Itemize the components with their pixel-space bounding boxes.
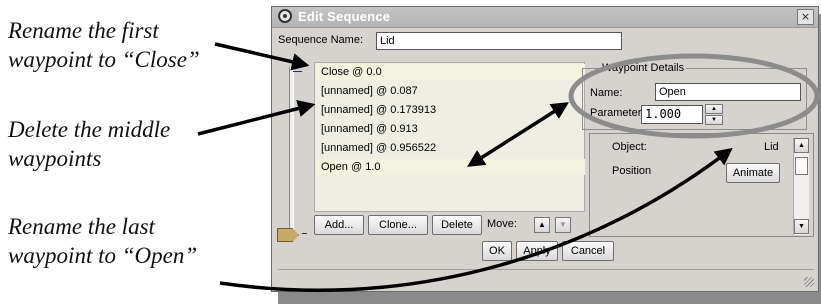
move-up-button[interactable]: ▲	[534, 217, 550, 233]
waypoint-details-title: Waypoint Details	[600, 62, 687, 74]
parameter-label: Parameter:	[590, 107, 645, 119]
annotation-rename-first: Rename the first waypoint to “Close”	[8, 16, 200, 74]
annotation-rename-last: Rename the last waypoint to “Open”	[8, 212, 197, 270]
list-item[interactable]: [unnamed] @ 0.956522	[321, 142, 436, 154]
dialog-title: Edit Sequence	[298, 9, 391, 24]
annotation-line: Delete the middle	[8, 117, 171, 142]
title-bar[interactable]: Edit Sequence ×	[272, 7, 818, 28]
parameter-down-icon[interactable]: ▼	[705, 115, 723, 125]
slider-tick	[293, 71, 302, 72]
list-item[interactable]: Open @ 1.0	[321, 161, 380, 173]
waypoint-name-label: Name:	[590, 87, 623, 99]
waypoint-slider-track[interactable]	[289, 67, 294, 237]
position-label: Position	[612, 165, 652, 177]
sequence-name-label: Sequence Name:	[278, 34, 363, 46]
parameter-input[interactable]: 1.000	[641, 105, 703, 124]
annotation-line: waypoints	[8, 146, 102, 171]
ok-button[interactable]: OK	[482, 241, 512, 261]
sequence-name-input[interactable]: Lid	[376, 32, 622, 50]
move-label: Move:	[487, 218, 517, 230]
annotation-line: Rename the first	[8, 18, 159, 43]
scroll-down-icon[interactable]: ▼	[794, 219, 809, 234]
dialog-footer	[278, 269, 814, 286]
scroll-thumb[interactable]	[795, 157, 808, 175]
delete-button[interactable]: Delete	[432, 215, 482, 235]
list-item[interactable]: [unnamed] @ 0.173913	[321, 104, 436, 116]
move-down-button[interactable]: ▼	[555, 217, 571, 233]
list-item[interactable]: [unnamed] @ 0.913	[321, 123, 418, 135]
cancel-button[interactable]: Cancel	[562, 241, 614, 261]
add-button[interactable]: Add...	[314, 215, 364, 235]
annotation-delete-middle: Delete the middle waypoints	[8, 115, 170, 173]
slider-tick	[302, 233, 307, 234]
waypoint-list[interactable]: Close @ 0.0 [unnamed] @ 0.087 [unnamed] …	[314, 62, 585, 212]
parameter-up-icon[interactable]: ▲	[705, 104, 723, 114]
resize-grip-icon[interactable]	[804, 277, 814, 287]
list-item[interactable]: Close @ 0.0	[321, 66, 382, 78]
scroll-up-icon[interactable]: ▲	[794, 138, 809, 153]
waypoint-name-input[interactable]: Open	[655, 83, 801, 101]
edit-sequence-dialog: Edit Sequence × Sequence Name: Lid Close…	[271, 6, 819, 292]
annotation-line: waypoint to “Close”	[8, 47, 200, 72]
object-label: Object:	[612, 141, 647, 153]
animate-button[interactable]: Animate	[726, 163, 780, 183]
clone-button[interactable]: Clone...	[368, 215, 428, 235]
list-item[interactable]: [unnamed] @ 0.087	[321, 85, 418, 97]
annotation-line: waypoint to “Open”	[8, 243, 198, 268]
annotation-line: Rename the last	[8, 214, 155, 239]
object-value: Lid	[764, 141, 779, 153]
apply-button[interactable]: Apply	[516, 241, 558, 261]
app-icon	[278, 9, 292, 23]
close-icon[interactable]: ×	[797, 9, 814, 25]
properties-scrollbar[interactable]: ▲ ▼	[793, 138, 809, 235]
waypoint-slider-thumb[interactable]	[277, 228, 299, 242]
